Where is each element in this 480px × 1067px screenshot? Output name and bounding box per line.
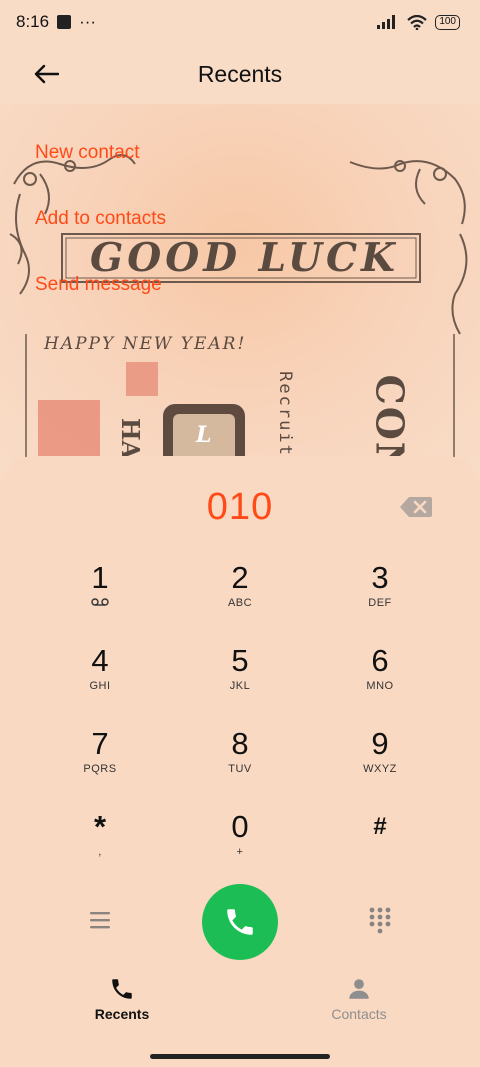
card-vertical-word: Recruit bbox=[274, 371, 295, 457]
wifi-icon bbox=[407, 14, 428, 30]
key-digit: 6 bbox=[371, 643, 389, 678]
card-greeting: HAPPY NEW YEAR! bbox=[44, 334, 247, 354]
key-1[interactable]: 1 bbox=[30, 556, 170, 636]
key-letters: , bbox=[98, 846, 102, 858]
key-letters: DEF bbox=[368, 597, 392, 609]
key-letters: JKL bbox=[229, 680, 251, 692]
key-3[interactable]: 3 DEF bbox=[310, 556, 450, 636]
nav-tab-recents[interactable]: Recents bbox=[52, 976, 192, 1022]
card-vertical-partial-left: HA bbox=[116, 417, 146, 460]
key-digit: 4 bbox=[91, 643, 109, 678]
nav-label-contacts: Contacts bbox=[331, 1006, 387, 1022]
key-letters: GHI bbox=[89, 680, 111, 692]
battery-icon: 100 bbox=[435, 14, 460, 30]
nav-tab-contacts[interactable]: Contacts bbox=[289, 976, 429, 1022]
key-letters: PQRS bbox=[83, 763, 117, 775]
key-digit: 3 bbox=[371, 560, 389, 595]
key-letters: WXYZ bbox=[363, 763, 397, 775]
status-left: 8:16 ··· bbox=[16, 12, 96, 32]
signal-icon bbox=[377, 15, 396, 29]
dialpad-icon bbox=[369, 907, 391, 934]
key-9[interactable]: 9 WXYZ bbox=[310, 722, 450, 802]
dialer-actions bbox=[0, 884, 480, 960]
key-4[interactable]: 4 GHI bbox=[30, 639, 170, 719]
key-2[interactable]: 2 ABC bbox=[170, 556, 310, 636]
status-bar: 8:16 ··· 100 bbox=[0, 0, 480, 44]
nav-label-recents: Recents bbox=[94, 1006, 150, 1022]
add-to-contacts-link[interactable]: Add to contacts bbox=[35, 208, 166, 230]
phone-icon bbox=[112, 979, 132, 999]
key-letters: MNO bbox=[366, 680, 394, 692]
key-7[interactable]: 7 PQRS bbox=[30, 722, 170, 802]
key-digit: # bbox=[373, 813, 387, 840]
key-digit: 9 bbox=[371, 726, 389, 761]
back-arrow-icon bbox=[34, 64, 59, 84]
backspace-button[interactable] bbox=[399, 496, 433, 518]
card-tag-letter: L bbox=[196, 422, 212, 448]
status-time: 8:16 bbox=[16, 12, 50, 31]
key-letters: TUV bbox=[228, 763, 252, 775]
dialer-panel: 010 1 2 ABC 3 DEF 4 GHI 5 JKL 6 MNO 7 PQ… bbox=[0, 456, 480, 1067]
key-0[interactable]: 0 + bbox=[170, 805, 310, 885]
call-button[interactable] bbox=[202, 884, 278, 960]
key-digit: 1 bbox=[91, 560, 109, 595]
key-digit: 2 bbox=[231, 560, 249, 595]
key-digit: 8 bbox=[231, 726, 249, 761]
card-vertical-partial: CON bbox=[367, 374, 413, 464]
key-8[interactable]: 8 TUV bbox=[170, 722, 310, 802]
page-title: Recents bbox=[197, 60, 283, 87]
menu-icon bbox=[90, 912, 110, 929]
menu-button[interactable] bbox=[88, 908, 112, 932]
person-icon bbox=[349, 979, 369, 999]
header: Recents bbox=[0, 44, 480, 104]
status-right: 100 bbox=[377, 14, 460, 30]
key-digit: * bbox=[93, 809, 107, 844]
key-star[interactable]: * , bbox=[30, 805, 170, 885]
key-6[interactable]: 6 MNO bbox=[310, 639, 450, 719]
key-5[interactable]: 5 JKL bbox=[170, 639, 310, 719]
backspace-icon bbox=[400, 497, 432, 517]
key-digit: 0 bbox=[231, 809, 249, 844]
key-letters: ABC bbox=[227, 597, 253, 609]
notification-icon bbox=[57, 15, 72, 29]
bottom-nav: Recents Contacts bbox=[0, 976, 480, 1036]
key-letters: + bbox=[236, 846, 244, 858]
send-message-link[interactable]: Send message bbox=[35, 274, 162, 296]
phone-icon bbox=[227, 909, 253, 935]
home-indicator[interactable] bbox=[150, 1054, 330, 1059]
keypad-toggle-button[interactable] bbox=[368, 906, 392, 934]
new-contact-link[interactable]: New contact bbox=[35, 142, 140, 164]
voicemail-icon bbox=[91, 598, 109, 606]
key-digit: 7 bbox=[91, 726, 109, 761]
more-notifications-icon: ··· bbox=[79, 12, 97, 31]
key-digit: 5 bbox=[231, 643, 249, 678]
back-button[interactable] bbox=[28, 56, 64, 92]
key-hash[interactable]: # bbox=[310, 805, 450, 885]
